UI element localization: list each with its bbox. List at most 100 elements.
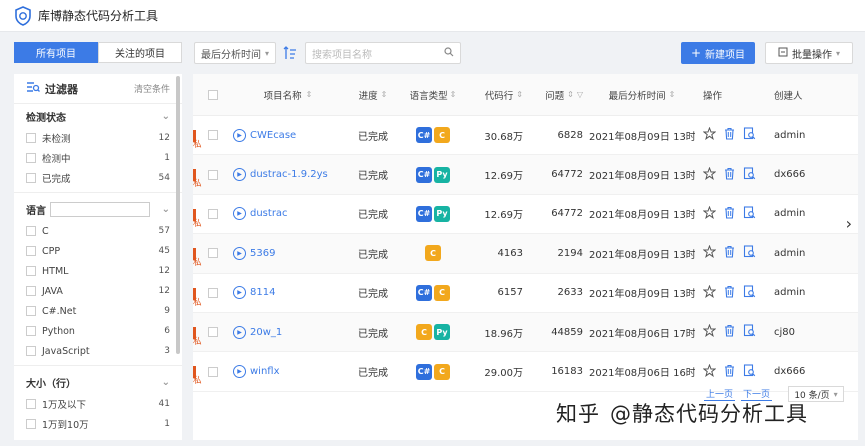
checkbox[interactable] <box>26 306 36 316</box>
search-input[interactable]: 搜索项目名称 <box>305 42 461 64</box>
filter-option[interactable]: 1万到10万 1 <box>14 414 182 434</box>
delete-icon[interactable] <box>723 206 736 222</box>
project-name-cell[interactable]: ▶ dustrac <box>233 207 343 221</box>
report-search-icon[interactable] <box>743 167 756 183</box>
sort-select[interactable]: 最后分析时间 ▾ <box>194 42 276 64</box>
project-name-cell[interactable]: ▶ 5369 <box>233 246 343 260</box>
table-row[interactable]: 私 ▶ dustrac 已完成 C# Py 12.69万 64772 2021年08月09日 1… <box>193 195 858 235</box>
checkbox[interactable] <box>26 326 36 336</box>
star-icon[interactable] <box>702 323 717 340</box>
filter-option[interactable]: C#.Net 9 <box>14 301 182 321</box>
delete-icon[interactable] <box>723 324 736 340</box>
filter-option[interactable]: CPP 45 <box>14 241 182 261</box>
report-search-icon[interactable] <box>743 245 756 261</box>
col-issues[interactable]: 问题 ⇕ ▽ <box>523 88 583 102</box>
select-all-checkbox[interactable] <box>193 89 233 100</box>
table-row[interactable]: 私 ▶ 20w_1 已完成 C Py 18.96万 44859 2021年08月06日 17时.… <box>193 312 858 353</box>
checkbox[interactable] <box>26 419 36 429</box>
chevron-right-icon[interactable]: › <box>846 214 852 233</box>
new-project-button[interactable]: + 新建项目 <box>681 42 755 64</box>
checkbox[interactable] <box>26 133 36 143</box>
delete-icon[interactable] <box>723 167 736 183</box>
language-search-input[interactable] <box>50 201 150 217</box>
table-row[interactable]: 私 ▶ dustrac-1.9.2ys 已完成 C# Py 12.69万 64772 2021年… <box>193 155 858 195</box>
checkbox[interactable] <box>26 286 36 296</box>
filter-option[interactable]: JavaScript 3 <box>14 341 182 361</box>
section-status[interactable]: 检测状态 ⌄ <box>14 104 182 128</box>
table-row[interactable]: 私 ▶ 8114 已完成 C# C 6157 2633 2021年08月09日 13时... ad… <box>193 274 858 313</box>
checkbox[interactable] <box>26 266 36 276</box>
project-name[interactable]: CWEcase <box>250 130 296 141</box>
filter-option[interactable]: 已完成 54 <box>14 168 182 188</box>
filter-option[interactable]: C 57 <box>14 221 182 241</box>
col-progress[interactable]: 进度 ⇕ <box>343 88 403 102</box>
checkbox[interactable] <box>26 153 36 163</box>
project-name[interactable]: dustrac-1.9.2ys <box>250 169 328 180</box>
project-name[interactable]: 8114 <box>250 287 275 298</box>
play-icon[interactable]: ▶ <box>233 128 246 142</box>
project-name-cell[interactable]: ▶ 8114 <box>233 286 343 300</box>
checkbox[interactable] <box>26 173 36 183</box>
checkbox[interactable] <box>26 399 36 409</box>
report-search-icon[interactable] <box>743 363 756 380</box>
play-icon[interactable]: ▶ <box>233 365 246 379</box>
col-loc[interactable]: 代码行 ⇕ <box>463 88 523 102</box>
filter-option[interactable]: 1万及以下 41 <box>14 394 182 414</box>
col-time[interactable]: 最后分析时间 ⇕ <box>583 88 695 102</box>
play-icon[interactable]: ▶ <box>233 207 246 221</box>
project-name[interactable]: winflx <box>250 366 280 377</box>
checkbox[interactable] <box>26 346 36 356</box>
delete-icon[interactable] <box>723 245 736 261</box>
star-icon[interactable] <box>702 205 717 222</box>
section-language[interactable]: 语言 ⌄ <box>14 197 182 221</box>
star-icon[interactable] <box>702 166 717 183</box>
project-name[interactable]: dustrac <box>250 208 288 219</box>
table-row[interactable]: 私 ▶ CWEcase 已完成 C# C 30.68万 6828 2021年08月09日 13时… <box>193 116 858 156</box>
checkbox[interactable] <box>208 169 218 180</box>
play-icon[interactable]: ▶ <box>233 286 246 300</box>
delete-icon[interactable] <box>723 364 736 380</box>
sort-order-icon[interactable] <box>282 43 298 63</box>
checkbox[interactable] <box>26 226 36 236</box>
project-name[interactable]: 20w_1 <box>250 327 282 338</box>
sidebar-scrollbar[interactable] <box>176 76 180 354</box>
checkbox[interactable] <box>208 287 218 298</box>
col-name[interactable]: 项目名称 ⇕ <box>233 88 343 102</box>
play-icon[interactable]: ▶ <box>233 325 246 339</box>
play-icon[interactable]: ▶ <box>233 246 246 260</box>
checkbox[interactable] <box>208 327 218 338</box>
col-language[interactable]: 语言类型 ⇕ <box>403 88 463 102</box>
tab-followed-projects[interactable]: 关注的项目 <box>98 42 182 63</box>
report-search-icon[interactable] <box>743 127 756 143</box>
project-name-cell[interactable]: ▶ 20w_1 <box>233 325 343 339</box>
project-name-cell[interactable]: ▶ CWEcase <box>233 128 343 142</box>
checkbox[interactable] <box>208 366 218 377</box>
star-icon[interactable] <box>702 363 717 380</box>
section-size[interactable]: 大小（行） ⌄ <box>14 370 182 394</box>
checkbox[interactable] <box>26 246 36 256</box>
delete-icon[interactable] <box>723 285 736 301</box>
project-name-cell[interactable]: ▶ dustrac-1.9.2ys <box>233 168 343 182</box>
project-name[interactable]: 5369 <box>250 248 275 259</box>
checkbox[interactable] <box>208 208 218 219</box>
filter-option[interactable]: Python 6 <box>14 321 182 341</box>
tab-all-projects[interactable]: 所有项目 <box>14 42 98 63</box>
table-row[interactable]: 私 ▶ 5369 已完成 C 4163 2194 2021年08月09日 13时... admi… <box>193 234 858 274</box>
filter-option[interactable]: 检测中 1 <box>14 148 182 168</box>
report-search-icon[interactable] <box>743 285 756 301</box>
report-search-icon[interactable] <box>743 324 756 340</box>
star-icon[interactable] <box>702 126 717 143</box>
checkbox[interactable] <box>208 130 218 141</box>
filter-option[interactable]: HTML 12 <box>14 261 182 281</box>
report-search-icon[interactable] <box>743 206 756 222</box>
star-icon[interactable] <box>702 284 717 301</box>
delete-icon[interactable] <box>723 127 736 143</box>
play-icon[interactable]: ▶ <box>233 168 246 182</box>
project-name-cell[interactable]: ▶ winflx <box>233 365 343 379</box>
batch-actions-button[interactable]: 批量操作 ▾ <box>765 42 853 64</box>
clear-filters-link[interactable]: 清空条件 <box>134 82 170 95</box>
filter-option[interactable]: JAVA 12 <box>14 281 182 301</box>
star-icon[interactable] <box>702 244 717 261</box>
checkbox[interactable] <box>208 248 218 259</box>
filter-option[interactable]: 未检测 12 <box>14 128 182 148</box>
